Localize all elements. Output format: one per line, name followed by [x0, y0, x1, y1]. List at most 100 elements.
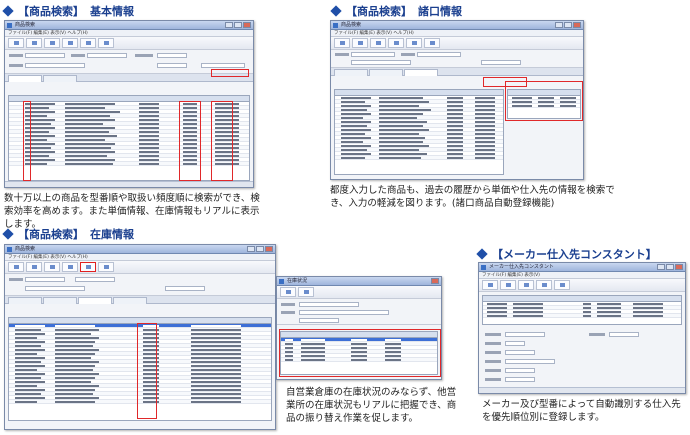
toolbar: [479, 279, 685, 292]
window-title: 商品検索: [15, 22, 36, 28]
close-icon[interactable]: [675, 264, 683, 270]
toolbar-button[interactable]: [80, 38, 96, 48]
search-input[interactable]: [157, 63, 187, 68]
search-input[interactable]: [25, 63, 85, 68]
search-input[interactable]: [25, 53, 65, 58]
window-stock-popup: 在庫状況: [276, 276, 442, 380]
priority-field[interactable]: [609, 332, 639, 337]
toolbar-button[interactable]: [406, 38, 422, 48]
search-input[interactable]: [481, 60, 521, 65]
toolbar-button[interactable]: [62, 262, 78, 272]
titlebar: 商品検索: [5, 245, 275, 254]
window-misc-info: 商品検索 ファイル(F) 編集(E) 表示(V) ヘルプ(H): [330, 20, 584, 180]
toolbar-button[interactable]: [62, 38, 78, 48]
search-input[interactable]: [75, 277, 115, 282]
minimize-icon[interactable]: [555, 22, 563, 28]
tab[interactable]: [78, 297, 112, 304]
caption-maker: メーカー及び型番によって自動識別する仕入先を優先順位別に登録します。: [482, 399, 681, 423]
toolbar-button[interactable]: [536, 280, 552, 290]
stock-status-button[interactable]: [80, 262, 96, 272]
toolbar-button[interactable]: [298, 287, 314, 297]
toolbar-button[interactable]: [26, 38, 42, 48]
tab[interactable]: [8, 75, 42, 82]
menubar[interactable]: ファイル(F) 編集(E) 表示(V): [479, 272, 685, 279]
tab[interactable]: [113, 297, 147, 304]
maker-field[interactable]: [505, 332, 545, 337]
close-icon[interactable]: [243, 22, 251, 28]
tab[interactable]: [334, 69, 368, 76]
section-title-maker: 【メーカー仕入先コンスタント】: [476, 246, 657, 262]
menubar[interactable]: ファイル(F) 編集(E) 表示(V) ヘルプ(H): [331, 30, 583, 37]
toolbar-button[interactable]: [370, 38, 386, 48]
search-input[interactable]: [25, 277, 65, 282]
toolbar: [331, 37, 583, 50]
supplier-field[interactable]: [505, 350, 535, 355]
toolbar-button[interactable]: [482, 280, 498, 290]
highlight-box: [211, 69, 249, 77]
toolbar-button[interactable]: [352, 38, 368, 48]
app-icon: [7, 23, 12, 28]
window-maker-constant: メーカー仕入先コンスタント ファイル(F) 編集(E) 表示(V): [478, 262, 686, 394]
maximize-icon[interactable]: [234, 22, 242, 28]
diamond-icon: [2, 5, 14, 17]
maximize-icon[interactable]: [666, 264, 674, 270]
window-title: 商品検索: [15, 246, 36, 252]
tab-bar: [331, 68, 583, 76]
toolbar-button[interactable]: [500, 280, 516, 290]
toolbar: [277, 286, 441, 299]
tab[interactable]: [43, 75, 77, 82]
maximize-icon[interactable]: [256, 246, 264, 252]
tab[interactable]: [404, 69, 438, 76]
menubar[interactable]: ファイル(F) 編集(E) 表示(V) ヘルプ(H): [5, 30, 253, 37]
search-input[interactable]: [417, 52, 461, 57]
toolbar-button[interactable]: [424, 38, 440, 48]
menubar[interactable]: ファイル(F) 編集(E) 表示(V) ヘルプ(H): [5, 254, 275, 261]
toolbar-button[interactable]: [518, 280, 534, 290]
toolbar-button[interactable]: [8, 38, 24, 48]
window-title: 在庫状況: [287, 278, 308, 284]
toolbar-button[interactable]: [280, 287, 296, 297]
toolbar-button[interactable]: [554, 280, 570, 290]
close-icon[interactable]: [573, 22, 581, 28]
tab[interactable]: [369, 69, 403, 76]
search-input[interactable]: [351, 52, 395, 57]
window-basic-info: 商品検索 ファイル(F) 編集(E) 表示(V) ヘルプ(H): [4, 20, 254, 188]
diamond-icon: [2, 228, 14, 240]
toolbar-button[interactable]: [334, 38, 350, 48]
minimize-icon[interactable]: [225, 22, 233, 28]
highlight-box: [505, 81, 583, 121]
supplier-field[interactable]: [505, 377, 535, 382]
maximize-icon[interactable]: [564, 22, 572, 28]
model-field[interactable]: [505, 341, 525, 346]
minimize-icon[interactable]: [247, 246, 255, 252]
toolbar-button[interactable]: [44, 38, 60, 48]
close-icon[interactable]: [265, 246, 273, 252]
highlight-box: [179, 101, 201, 181]
search-input[interactable]: [157, 53, 187, 58]
app-icon: [7, 247, 12, 252]
search-input[interactable]: [87, 53, 127, 58]
tab[interactable]: [43, 297, 77, 304]
close-icon[interactable]: [431, 278, 439, 284]
tab-bar: [5, 296, 275, 304]
toolbar-button[interactable]: [8, 262, 24, 272]
toolbar-button[interactable]: [26, 262, 42, 272]
minimize-icon[interactable]: [657, 264, 665, 270]
toolbar-button[interactable]: [98, 38, 114, 48]
search-input[interactable]: [351, 60, 411, 65]
section-title-misc: 【商品検索】 諸口情報: [330, 3, 462, 19]
search-input[interactable]: [201, 63, 245, 68]
search-input[interactable]: [165, 286, 205, 291]
supplier-field[interactable]: [505, 359, 555, 364]
toolbar: [5, 37, 253, 50]
search-form: [5, 274, 275, 296]
toolbar-button[interactable]: [98, 262, 114, 272]
toolbar-button[interactable]: [44, 262, 60, 272]
titlebar: 商品検索: [5, 21, 253, 30]
search-input[interactable]: [25, 286, 85, 291]
caption-stock: 自営業倉庫の在庫状況のみならず、他営業所の在庫状況もリアルに把握でき、商品の振り…: [286, 387, 457, 424]
toolbar-button[interactable]: [388, 38, 404, 48]
section-subtitle: 【メーカー仕入先コンスタント】: [492, 248, 657, 261]
tab[interactable]: [8, 297, 42, 304]
supplier-field[interactable]: [505, 368, 535, 373]
